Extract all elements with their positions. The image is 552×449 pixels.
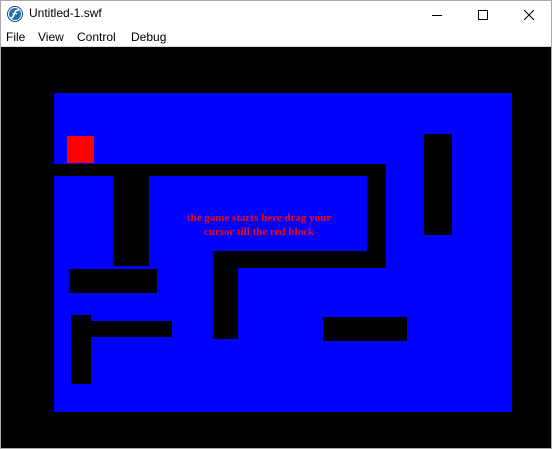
flash-player-icon [7, 6, 23, 22]
maze-field[interactable]: the game starts here drag your cursor ti… [54, 93, 512, 412]
flash-player-window: Untitled-1.swf File View Control Debug t… [0, 0, 552, 449]
menu-control[interactable]: Control [77, 30, 116, 44]
maze-wall-left-column [113, 164, 149, 266]
minimize-icon [432, 10, 442, 20]
window-title: Untitled-1.swf [29, 6, 102, 20]
title-bar[interactable]: Untitled-1.swf [0, 0, 552, 30]
maze-wall-lower-left-post [71, 315, 91, 384]
menu-bar: File View Control Debug [0, 30, 552, 46]
menu-debug[interactable]: Debug [131, 30, 166, 44]
close-icon [524, 10, 534, 20]
game-stage[interactable]: the game starts here drag your cursor ti… [1, 47, 551, 448]
red-target-block[interactable] [67, 136, 94, 163]
maze-wall-left-ledge [69, 269, 157, 293]
maze-wall-lower-left-bar [91, 321, 172, 337]
maze-wall-middle-bar [213, 251, 386, 268]
maximize-button[interactable] [460, 0, 506, 30]
maximize-icon [478, 10, 488, 20]
maze-wall-lower-right-bar [323, 317, 407, 341]
instructions-line-1: the game starts here drag your [186, 212, 332, 224]
maze-wall-top-bar [54, 164, 386, 176]
instructions-line-2: cursor till the red block [203, 226, 315, 238]
minimize-button[interactable] [414, 0, 460, 30]
game-instructions: the game starts here drag your cursor ti… [150, 211, 368, 239]
close-button[interactable] [506, 0, 552, 30]
menu-view[interactable]: View [38, 30, 64, 44]
maze-wall-center-pillar [213, 251, 238, 339]
menu-file[interactable]: File [6, 30, 25, 44]
maze-wall-right-post [424, 134, 452, 235]
